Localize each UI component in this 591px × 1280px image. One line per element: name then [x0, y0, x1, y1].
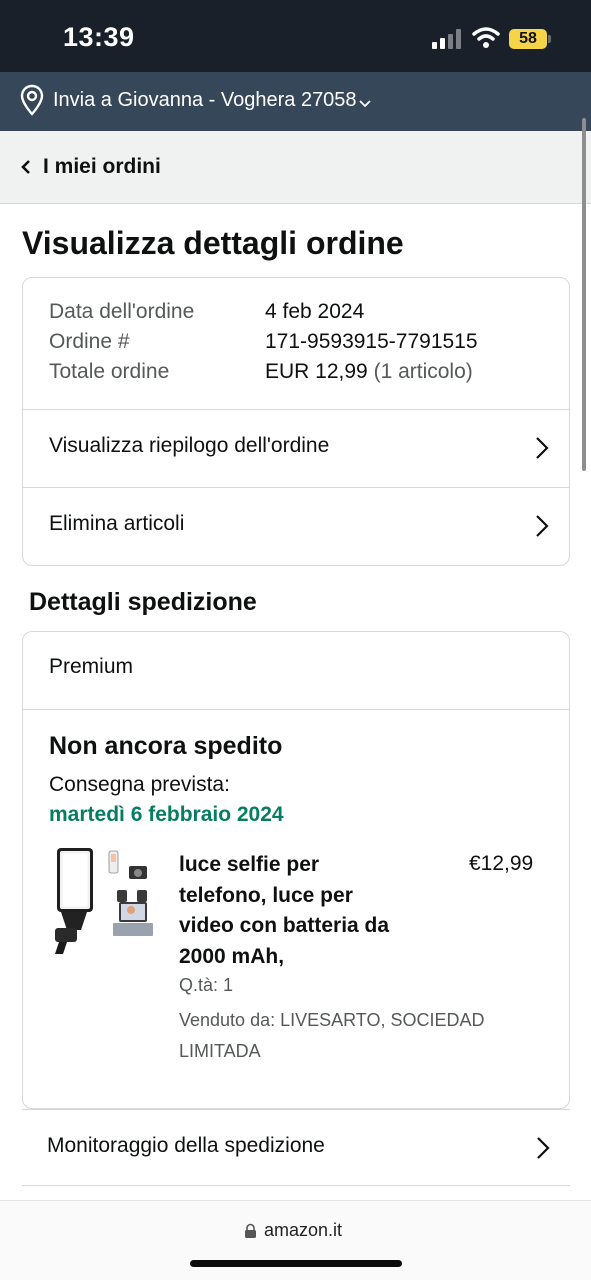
chevron-right-icon [536, 515, 549, 537]
view-order-summary-label: Visualizza riepilogo dell'ordine [49, 434, 330, 457]
order-total-row: Totale ordine EUR 12,99 (1 articolo) [49, 360, 549, 390]
status-bar: 13:39 58 [0, 0, 591, 72]
order-date-row: Data dell'ordine 4 feb 2024 [49, 300, 549, 330]
chevron-left-icon [21, 160, 30, 174]
order-total-value: EUR 12,99 [265, 360, 368, 383]
product-seller: Venduto da: LIVESARTO, SOCIEDAD LIMITADA [179, 1005, 519, 1066]
url-text: amazon.it [264, 1220, 343, 1240]
cellular-signal-icon [432, 29, 461, 49]
chevron-right-icon [537, 1137, 550, 1159]
product-image[interactable] [51, 846, 157, 958]
scrollbar-thumb[interactable] [582, 118, 586, 471]
product-title-line: video con batteria da [179, 914, 390, 937]
order-number-row: Ordine # 171-9593915-7791515 [49, 330, 549, 360]
track-shipment-link[interactable]: Monitoraggio della spedizione [22, 1109, 570, 1186]
back-to-orders-link[interactable]: I miei ordini [0, 131, 591, 204]
product-seller-line: Venduto da: LIVESARTO, SOCIEDAD [179, 1010, 485, 1030]
product-title-line: telefono, luce per [179, 883, 353, 907]
product-title-line: luce selfie per [179, 853, 320, 876]
browser-url-bar[interactable]: amazon.it [0, 1200, 591, 1280]
location-pin-icon [20, 84, 44, 116]
lock-icon [245, 1223, 256, 1238]
delivery-estimate-date: martedì 6 febbraio 2024 [49, 803, 284, 826]
back-label: I miei ordini [43, 155, 161, 178]
order-total-label: Totale ordine [49, 360, 170, 383]
view-order-summary-link[interactable]: Visualizza riepilogo dell'ordine [23, 410, 569, 487]
chevron-down-icon [359, 100, 371, 108]
shipment-section-title: Dettagli spedizione [29, 588, 257, 616]
order-date-label: Data dell'ordine [49, 300, 195, 323]
order-total-value-wrap: EUR 12,99 (1 articolo) [265, 360, 473, 384]
shipping-method: Premium [49, 655, 134, 678]
battery-icon: 58 [509, 29, 551, 49]
track-shipment-label: Monitoraggio della spedizione [47, 1134, 325, 1157]
order-number-label: Ordine # [49, 330, 130, 353]
delivery-address-bar[interactable]: Invia a Giovanna - Voghera 27058 [0, 72, 591, 131]
product-title-line: 2000 mAh, [179, 944, 285, 968]
status-time: 13:39 [63, 22, 135, 52]
home-indicator[interactable] [190, 1260, 402, 1267]
product-quantity: Q.tà: 1 [179, 975, 234, 995]
product-title[interactable]: luce selfie per telefono, luce per video… [179, 850, 429, 972]
page-title: Visualizza dettagli ordine [22, 225, 404, 261]
shipment-card: Premium Non ancora spedito Consegna prev… [22, 631, 570, 1109]
divider [23, 709, 569, 710]
remove-items-link[interactable]: Elimina articoli [23, 488, 569, 565]
chevron-right-icon [536, 437, 549, 459]
order-summary-card: Data dell'ordine 4 feb 2024 Ordine # 171… [22, 277, 570, 566]
order-info: Data dell'ordine 4 feb 2024 Ordine # 171… [49, 300, 549, 390]
wifi-icon [472, 27, 500, 48]
order-date-value: 4 feb 2024 [265, 300, 365, 323]
battery-tip [548, 35, 551, 43]
product-price: €12,99 [469, 852, 534, 875]
delivery-estimate-label: Consegna prevista: [49, 773, 230, 796]
remove-items-label: Elimina articoli [49, 512, 185, 535]
battery-level: 58 [519, 30, 537, 47]
order-number-value: 171-9593915-7791515 [265, 330, 478, 353]
shipment-status: Non ancora spedito [49, 732, 283, 760]
delivery-address-text: Invia a Giovanna - Voghera 27058 [53, 89, 357, 111]
product-seller-line: LIMITADA [179, 1040, 261, 1061]
order-item-count: (1 articolo) [373, 360, 473, 383]
